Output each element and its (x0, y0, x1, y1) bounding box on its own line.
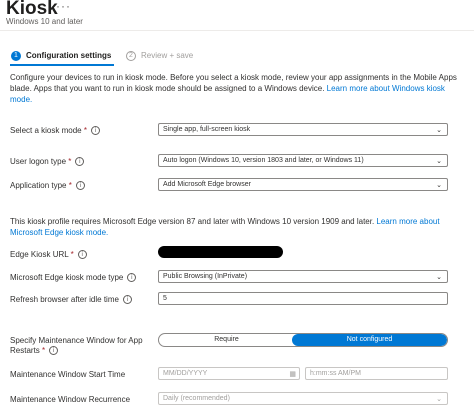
maintenance-window-toggle[interactable]: Require Not configured (158, 333, 448, 347)
chevron-down-icon: ⌄ (436, 157, 442, 165)
toggle-not-configured[interactable]: Not configured (292, 334, 447, 346)
kiosk-mode-dropdown[interactable]: Single app, full-screen kiosk ⌄ (158, 123, 448, 136)
info-icon[interactable]: i (77, 250, 87, 260)
step-2-badge: 2 (126, 51, 136, 61)
info-icon[interactable]: i (49, 346, 59, 356)
page-subtitle: Windows 10 and later (6, 17, 83, 26)
edge-url-label: Edge Kiosk URL * i (10, 250, 87, 260)
chevron-down-icon: ⌄ (436, 395, 442, 403)
edge-requirement-description: This kiosk profile requires Microsoft Ed… (10, 217, 377, 226)
kiosk-mode-label: Select a kiosk mode * i (10, 126, 100, 136)
maintenance-window-label-line1: Specify Maintenance Window for App (10, 336, 143, 345)
info-icon[interactable]: i (75, 157, 85, 167)
recurrence-label: Maintenance Window Recurrence (10, 395, 131, 404)
recurrence-dropdown[interactable]: Daily (recommended) ⌄ (158, 392, 448, 405)
start-time-label: Maintenance Window Start Time (10, 370, 126, 379)
user-logon-label: User logon type * i (10, 157, 85, 167)
calendar-icon: ▦ (289, 370, 296, 378)
active-tab-indicator (10, 64, 114, 66)
app-type-dropdown[interactable]: Add Microsoft Edge browser ⌄ (158, 178, 448, 191)
intro-text: Configure your devices to run in kiosk m… (10, 72, 460, 105)
info-icon[interactable]: i (122, 295, 132, 305)
user-logon-dropdown[interactable]: Auto logon (Windows 10, version 1803 and… (158, 154, 448, 167)
chevron-down-icon: ⌄ (436, 181, 442, 189)
refresh-time-input[interactable]: 5 (158, 292, 448, 305)
chevron-down-icon: ⌄ (436, 126, 442, 134)
more-options-icon[interactable]: ··· (56, 0, 71, 13)
edge-mode-dropdown[interactable]: Public Browsing (InPrivate) ⌄ (158, 270, 448, 283)
header-divider (0, 30, 474, 31)
edge-url-input[interactable] (158, 246, 283, 258)
start-date-input[interactable]: MM/DD/YYYY ▦ (158, 367, 300, 380)
edge-mode-label: Microsoft Edge kiosk mode type i (10, 273, 137, 283)
edge-requirement-text: This kiosk profile requires Microsoft Ed… (10, 216, 462, 238)
tab-review-save[interactable]: Review + save (141, 51, 193, 60)
info-icon[interactable]: i (75, 181, 85, 191)
app-type-label: Application type * i (10, 181, 85, 191)
info-icon[interactable]: i (127, 273, 137, 283)
step-1-badge: 1 (11, 51, 21, 61)
start-time-input[interactable]: h:mm:ss AM/PM (305, 367, 448, 380)
tab-configuration-settings[interactable]: Configuration settings (26, 51, 111, 60)
info-icon[interactable]: i (90, 126, 100, 136)
refresh-label: Refresh browser after idle time i (10, 295, 132, 305)
toggle-require[interactable]: Require (159, 334, 294, 346)
maintenance-window-label-line2: Restarts * i (10, 346, 59, 356)
chevron-down-icon: ⌄ (436, 273, 442, 281)
